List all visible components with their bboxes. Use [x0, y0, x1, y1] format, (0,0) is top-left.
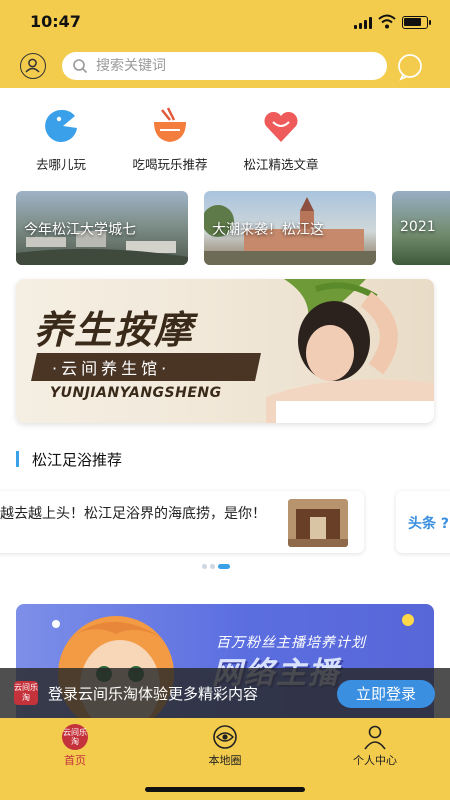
news-caption: 大潮来袭！松江这	[212, 222, 324, 238]
news-card[interactable]: 今年松江大学城七	[16, 191, 188, 265]
news-card[interactable]: 2021	[392, 191, 450, 265]
section-accent-bar	[16, 451, 19, 467]
recommend-text: 头条 ?	[408, 516, 449, 532]
recommend-thumbnail	[288, 499, 348, 547]
category-label: 吃喝玩乐推荐	[132, 157, 208, 172]
wifi-icon	[378, 14, 396, 29]
category-label: 去哪儿玩	[35, 157, 86, 172]
bowl-icon	[148, 104, 192, 148]
tab-label: 个人中心	[353, 754, 397, 767]
search-input[interactable]	[96, 58, 356, 74]
banner-english: YUNJIANYANGSHENG	[50, 385, 222, 401]
recommend-card[interactable]: 越去越上头！松江足浴界的海底捞，是你！	[0, 491, 364, 553]
tab-label: 本地圈	[208, 754, 242, 767]
category-item-articles[interactable]: 松江精选文章	[226, 100, 336, 173]
top-header: 10:47	[0, 0, 450, 88]
tab-label: 首页	[64, 754, 86, 767]
section-title: 松江足浴推荐	[32, 451, 123, 469]
tab-home[interactable]: 云间乐淘 首页	[0, 724, 150, 768]
battery-icon	[402, 16, 431, 29]
recommend-card[interactable]: 头条 ?	[396, 491, 450, 553]
home-logo-icon: 云间乐淘	[62, 724, 88, 750]
category-item-food[interactable]: 吃喝玩乐推荐	[115, 100, 225, 173]
category-label: 松江精选文章	[243, 157, 319, 172]
news-carousel[interactable]: 今年松江大学城七 大潮来袭！松江这 2021	[0, 190, 450, 266]
tab-profile[interactable]: 个人中心	[300, 724, 450, 768]
eye-icon	[212, 724, 238, 750]
carousel-dot	[210, 564, 215, 569]
status-time: 10:47	[30, 12, 81, 31]
banner-subtitle: ·云间养生馆·	[52, 359, 171, 378]
category-row: 去哪儿玩 吃喝玩乐推荐 松江精选文章	[0, 100, 450, 180]
recommend-carousel[interactable]: 越去越上头！松江足浴界的海底捞，是你！ 头条 ?	[0, 485, 450, 557]
fish-icon	[39, 104, 83, 148]
search-bar[interactable]	[62, 52, 387, 80]
chat-icon[interactable]	[396, 53, 424, 81]
news-caption: 今年松江大学城七	[24, 222, 136, 238]
carousel-dot	[202, 564, 207, 569]
app-logo: 云间乐淘	[14, 681, 38, 705]
user-icon[interactable]	[20, 53, 46, 79]
category-item-play[interactable]: 去哪儿玩	[6, 100, 116, 173]
status-bar: 10:47	[0, 0, 450, 42]
tab-local-circle[interactable]: 本地圈	[150, 724, 300, 768]
banner-title: 养生按摩	[34, 307, 195, 352]
home-indicator	[145, 787, 305, 792]
news-card[interactable]: 大潮来袭！松江这	[204, 191, 376, 265]
login-button[interactable]: 立即登录	[337, 680, 435, 708]
recommend-text: 越去越上头！松江足浴界的海底捞，是你！	[0, 506, 266, 522]
promo-banner-massage[interactable]: 养生按摩 ·云间养生馆· YUNJIANYANGSHENG	[16, 279, 434, 423]
search-icon	[73, 59, 88, 74]
heart-icon	[259, 104, 303, 148]
login-message: 登录云间乐淘体验更多精彩内容	[48, 685, 259, 703]
signal-icon	[354, 17, 372, 29]
login-prompt-bar: 云间乐淘 登录云间乐淘体验更多精彩内容 立即登录	[0, 668, 450, 718]
carousel-dot-active	[218, 564, 230, 569]
person-icon	[362, 724, 388, 750]
news-caption: 2021	[400, 219, 436, 235]
